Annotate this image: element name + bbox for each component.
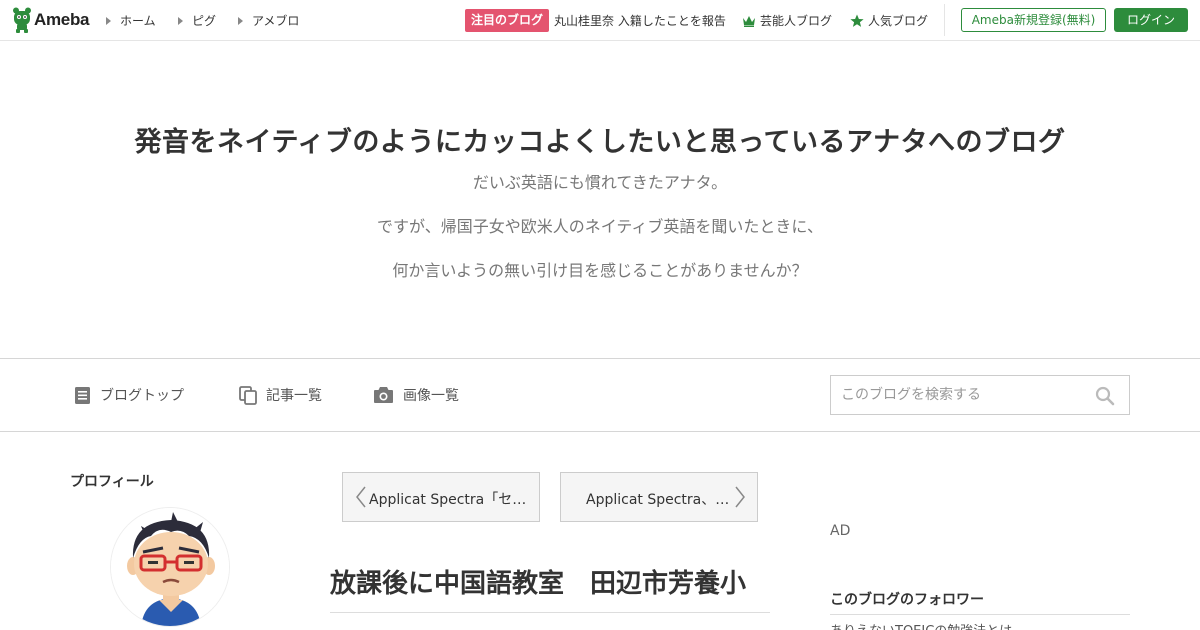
search-icon[interactable] — [1095, 386, 1115, 410]
crown-icon — [743, 15, 755, 27]
nav-home[interactable]: ホーム — [106, 12, 156, 29]
prev-article-label: Applicat Spectra「セ… — [369, 492, 527, 508]
blog-description-line: ですが、帰国子女や欧米人のネイティブ英語を聞いたときに、 — [377, 217, 823, 236]
menu-article-list[interactable]: 記事一覧 — [239, 385, 322, 405]
ameba-logo[interactable]: Ameba — [12, 7, 89, 33]
nav-ameblo[interactable]: アメブロ — [238, 12, 299, 29]
menu-image-list-label: 画像一覧 — [403, 388, 459, 404]
camera-icon — [373, 386, 394, 404]
copy-icon — [239, 385, 257, 405]
article-divider — [330, 612, 770, 613]
login-button[interactable]: ログイン — [1114, 8, 1188, 32]
blog-search-input[interactable] — [831, 376, 1086, 414]
blog-title[interactable]: 発音をネイティブのようにカッコよくしたいと思っているアナタへのブログ — [0, 120, 1200, 159]
header-divider — [944, 4, 945, 36]
profile-heading: プロフィール — [70, 474, 154, 490]
menu-blog-top[interactable]: ブログトップ — [74, 385, 184, 405]
follower-blog-link[interactable]: ありえないTOEICの勉強法とは — [830, 620, 1012, 630]
register-button[interactable]: Ameba新規登録(無料) — [961, 8, 1106, 32]
avatar[interactable] — [110, 507, 230, 627]
next-article-button[interactable]: Applicat Spectra、4/… — [560, 472, 758, 522]
nav-home-label: ホーム — [120, 14, 156, 28]
popular-blog-label: 人気ブログ — [868, 14, 929, 28]
celebrity-blog-label: 芸能人ブログ — [760, 14, 833, 28]
document-icon — [74, 386, 91, 405]
followers-divider — [830, 614, 1130, 615]
featured-blog-link[interactable]: 丸山桂里奈 入籍したことを報告 — [554, 12, 726, 29]
featured-badge: 注目のブログ — [465, 9, 550, 32]
nav-ameblo-label: アメブロ — [252, 14, 300, 28]
blog-description-line: だいぶ英語にも慣れてきたアナタ。 — [472, 173, 728, 192]
ameba-mascot-icon — [13, 7, 31, 33]
menu-blog-top-label: ブログトップ — [100, 388, 184, 404]
blog-search — [830, 375, 1130, 415]
popular-blog-link[interactable]: 人気ブログ — [850, 12, 928, 29]
avatar-illustration — [111, 508, 229, 626]
ad-label: AD — [830, 523, 851, 539]
nav-pigg[interactable]: ピグ — [178, 12, 216, 29]
prev-article-button[interactable]: Applicat Spectra「セ… — [342, 472, 540, 522]
caret-right-icon — [238, 16, 243, 25]
caret-right-icon — [178, 16, 183, 25]
caret-right-icon — [106, 16, 111, 25]
logo-text: Ameba — [34, 10, 90, 29]
blog-description-line: 何か言いようの無い引け目を感じることがありませんか？ — [392, 261, 808, 280]
next-article-label: Applicat Spectra、4/… — [586, 492, 734, 508]
menu-image-list[interactable]: 画像一覧 — [373, 385, 459, 405]
nav-pigg-label: ピグ — [192, 14, 217, 28]
global-header: Ameba ホーム ピグ アメブロ 注目のブログ 丸山桂里奈 入籍したことを報告… — [0, 0, 1200, 41]
blog-menu-bar: ブログトップ 記事一覧 画像一覧 — [0, 358, 1200, 432]
chevron-right-icon — [735, 486, 745, 508]
star-icon — [850, 14, 864, 27]
menu-article-list-label: 記事一覧 — [266, 388, 322, 404]
article-title[interactable]: 放課後に中国語教室 田辺市芳養小 — [330, 563, 746, 600]
followers-heading: このブログのフォロワー — [830, 592, 984, 608]
chevron-left-icon — [356, 486, 366, 508]
celebrity-blog-link[interactable]: 芸能人ブログ — [742, 12, 832, 29]
